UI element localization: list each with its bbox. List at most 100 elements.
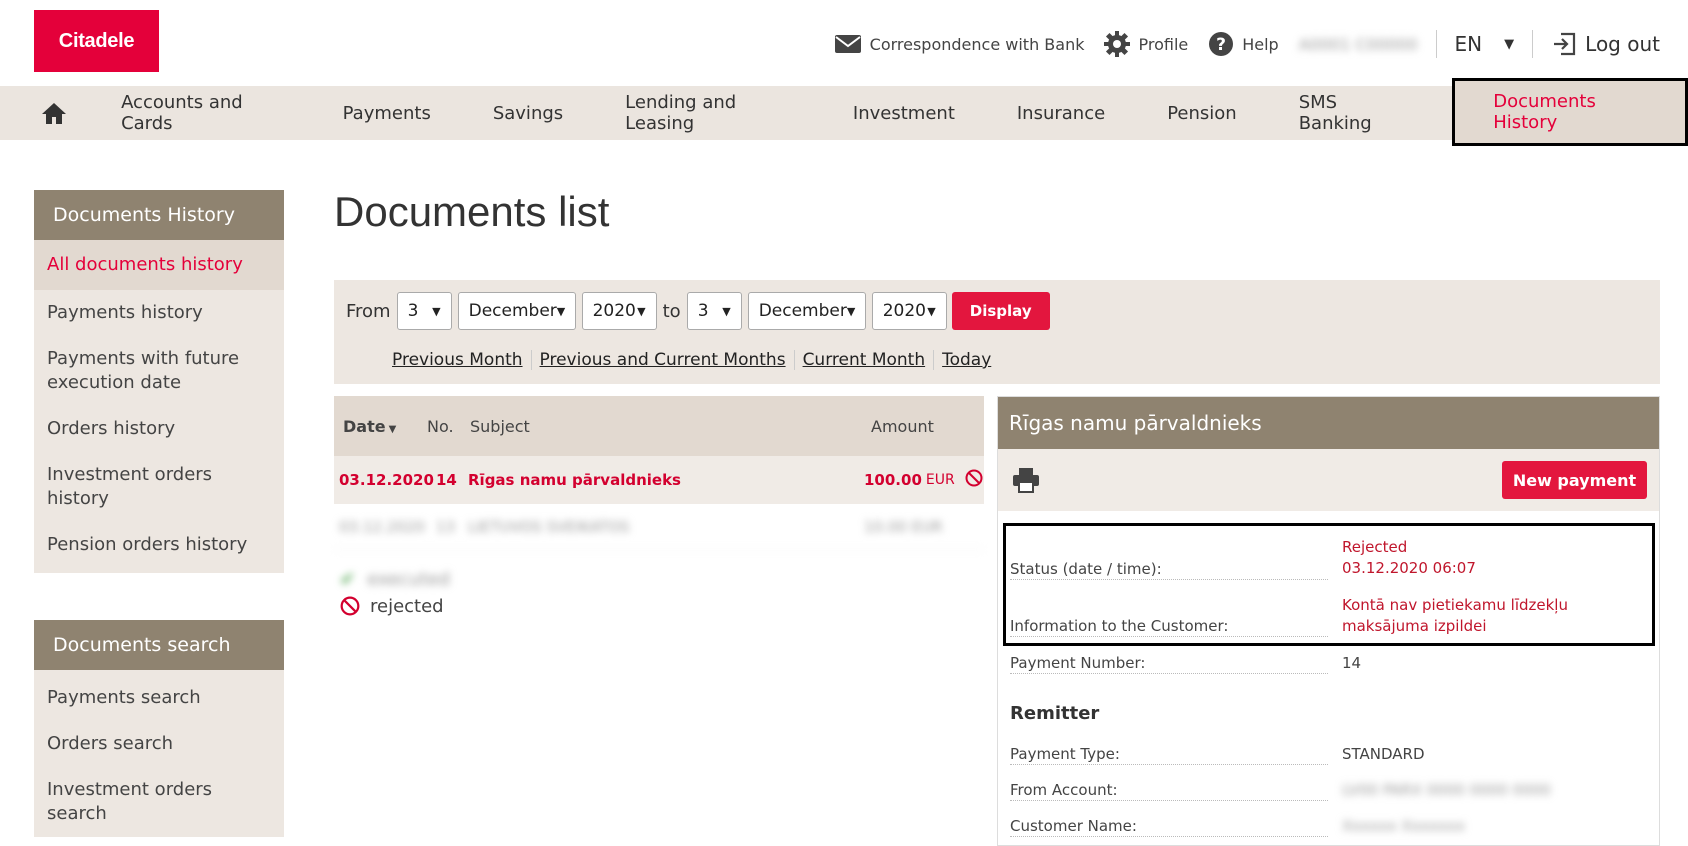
nav-savings[interactable]: Savings bbox=[462, 86, 594, 140]
print-icon[interactable] bbox=[1012, 467, 1040, 493]
to-year-value: 2020 bbox=[882, 301, 926, 321]
profile-link[interactable]: Profile bbox=[1104, 31, 1188, 57]
logout-icon bbox=[1554, 32, 1576, 56]
nav-investment[interactable]: Investment bbox=[822, 86, 986, 140]
customer-name-value: Xxxxxx Xxxxxxx bbox=[1342, 817, 1465, 835]
home-button[interactable] bbox=[0, 101, 107, 125]
legend-rejected: rejected bbox=[334, 592, 984, 620]
today-link[interactable]: Today bbox=[933, 350, 999, 370]
to-month-select[interactable]: December ▼ bbox=[747, 292, 866, 330]
nav-accounts-cards[interactable]: Accounts and Cards bbox=[107, 86, 312, 140]
payment-type-label: Payment Type: bbox=[1010, 745, 1328, 765]
divider bbox=[1532, 30, 1534, 58]
table-row[interactable]: 03.12.2020 14 Rīgas namu pārvaldnieks 10… bbox=[334, 456, 984, 504]
sidebar-history-title: Documents History bbox=[34, 190, 284, 240]
status-time: 03.12.2020 06:07 bbox=[1342, 559, 1476, 577]
divider bbox=[1435, 30, 1437, 58]
document-detail-panel: Rīgas namu pārvaldnieks New payment Stat… bbox=[997, 396, 1660, 846]
status-row: Status (date / time): Rejected 03.12.202… bbox=[1010, 538, 1650, 582]
chevron-down-icon: ▼ bbox=[432, 304, 441, 318]
customer-name-label: Customer Name: bbox=[1010, 817, 1328, 837]
status-label: Status (date / time): bbox=[1010, 560, 1328, 580]
row-subject: LIETUVOS SVEIKATOS bbox=[468, 517, 630, 536]
help-link[interactable]: ? Help bbox=[1208, 31, 1279, 57]
sidebar-item-payments-history[interactable]: Payments history bbox=[34, 290, 284, 336]
col-date[interactable]: Date ▼ bbox=[343, 417, 427, 436]
from-day-select[interactable]: 3 ▼ bbox=[396, 292, 452, 330]
rejected-icon bbox=[965, 469, 983, 491]
info-label: Information to the Customer: bbox=[1010, 617, 1328, 637]
from-year-select[interactable]: 2020 ▼ bbox=[581, 292, 657, 330]
correspondence-link[interactable]: Correspondence with Bank bbox=[834, 33, 1085, 55]
chevron-down-icon: ▼ bbox=[927, 304, 936, 318]
help-icon: ? bbox=[1209, 32, 1234, 56]
table-row[interactable]: 03.12.2020 13 LIETUVOS SVEIKATOS 10.00 E… bbox=[334, 504, 984, 550]
logout-label: Log out bbox=[1585, 32, 1660, 56]
row-number: 14 bbox=[436, 471, 457, 489]
from-account-label: From Account: bbox=[1010, 781, 1328, 801]
table-header: Date ▼ No. Subject Amount bbox=[334, 396, 984, 456]
nav-payments[interactable]: Payments bbox=[312, 86, 462, 140]
chevron-down-icon: ▼ bbox=[722, 304, 731, 318]
payment-number-label: Payment Number: bbox=[1010, 654, 1328, 674]
previous-month-link[interactable]: Previous Month bbox=[384, 350, 531, 370]
from-year-value: 2020 bbox=[592, 301, 636, 321]
payment-number-value: 14 bbox=[1342, 654, 1362, 672]
previous-current-months-link[interactable]: Previous and Current Months bbox=[530, 350, 794, 370]
row-amount: 10.00 EUR bbox=[864, 517, 943, 536]
current-month-link[interactable]: Current Month bbox=[793, 350, 934, 370]
from-month-value: December bbox=[468, 301, 557, 321]
col-amount: Amount bbox=[871, 416, 934, 436]
correspondence-label: Correspondence with Bank bbox=[869, 34, 1085, 54]
nav-documents-history[interactable]: Documents History bbox=[1452, 78, 1688, 146]
sidebar-search: Documents search Payments search Orders … bbox=[34, 620, 284, 837]
profile-label: Profile bbox=[1138, 34, 1189, 54]
row-date: 03.12.2020 bbox=[339, 471, 434, 489]
quick-period-links: Previous Month Previous and Current Mont… bbox=[384, 350, 999, 370]
display-button[interactable]: Display bbox=[951, 292, 1050, 330]
row-amount: 100.00 bbox=[864, 471, 922, 489]
chevron-down-icon: ▼ bbox=[846, 304, 856, 318]
sidebar-history: Documents History All documents history … bbox=[34, 190, 284, 573]
to-label: to bbox=[662, 300, 681, 322]
page-title: Documents list bbox=[334, 188, 610, 235]
language-selector[interactable]: EN ▼ bbox=[1455, 32, 1515, 56]
sidebar-item-orders-history[interactable]: Orders history bbox=[34, 406, 284, 452]
col-subject: Subject bbox=[470, 416, 530, 436]
sort-down-icon: ▼ bbox=[388, 423, 397, 435]
date-filter: From 3 ▼ December ▼ 2020 ▼ to 3 ▼ December ▼ … bbox=[334, 280, 1660, 384]
nav-sms-banking[interactable]: SMS Banking bbox=[1268, 86, 1435, 140]
envelope-icon bbox=[834, 35, 861, 53]
nav-pension[interactable]: Pension bbox=[1136, 86, 1268, 140]
remitter-heading: Remitter bbox=[1010, 703, 1100, 724]
new-payment-button[interactable]: New payment bbox=[1502, 461, 1647, 499]
from-day-value: 3 bbox=[407, 301, 419, 321]
documents-table: Date ▼ No. Subject Amount 03.12.2020 14 R… bbox=[334, 396, 984, 620]
logout-button[interactable]: Log out bbox=[1551, 31, 1660, 57]
detail-title: Rīgas namu pārvaldnieks bbox=[998, 397, 1659, 449]
rejected-icon bbox=[340, 596, 360, 616]
to-day-select[interactable]: 3 ▼ bbox=[686, 292, 742, 330]
sidebar-item-future-payments[interactable]: Payments with future execution date bbox=[34, 336, 284, 406]
payment-type-value: STANDARD bbox=[1342, 745, 1425, 763]
info-row: Information to the Customer: Kontā nav p… bbox=[1010, 595, 1650, 639]
legend-executed: ✔ executed bbox=[334, 566, 984, 592]
legend-rejected-label: rejected bbox=[370, 595, 444, 617]
sidebar-item-payments-search[interactable]: Payments search bbox=[34, 670, 284, 721]
sidebar-item-orders-search[interactable]: Orders search bbox=[34, 721, 284, 767]
row-subject: Rīgas namu pārvaldnieks bbox=[468, 471, 681, 489]
top-utility-bar: Correspondence with Bank Profile ? Help … bbox=[814, 24, 1660, 64]
sidebar-item-investment-orders[interactable]: Investment orders history bbox=[34, 452, 284, 522]
sidebar-item-investment-search[interactable]: Investment orders search bbox=[34, 767, 284, 837]
to-year-select[interactable]: 2020 ▼ bbox=[871, 292, 947, 330]
home-icon bbox=[41, 103, 66, 124]
citadele-logo[interactable]: Citadele bbox=[34, 10, 159, 72]
nav-insurance[interactable]: Insurance bbox=[986, 86, 1136, 140]
date-range-row: From 3 ▼ December ▼ 2020 ▼ to 3 ▼ December ▼ … bbox=[346, 292, 1050, 330]
from-month-select[interactable]: December ▼ bbox=[457, 292, 576, 330]
sidebar-item-all-documents[interactable]: All documents history bbox=[34, 240, 284, 290]
nav-lending-leasing[interactable]: Lending and Leasing bbox=[594, 86, 822, 140]
row-currency: EUR bbox=[925, 472, 955, 488]
chevron-down-icon: ▼ bbox=[1504, 36, 1515, 52]
sidebar-item-pension-orders[interactable]: Pension orders history bbox=[34, 522, 284, 573]
